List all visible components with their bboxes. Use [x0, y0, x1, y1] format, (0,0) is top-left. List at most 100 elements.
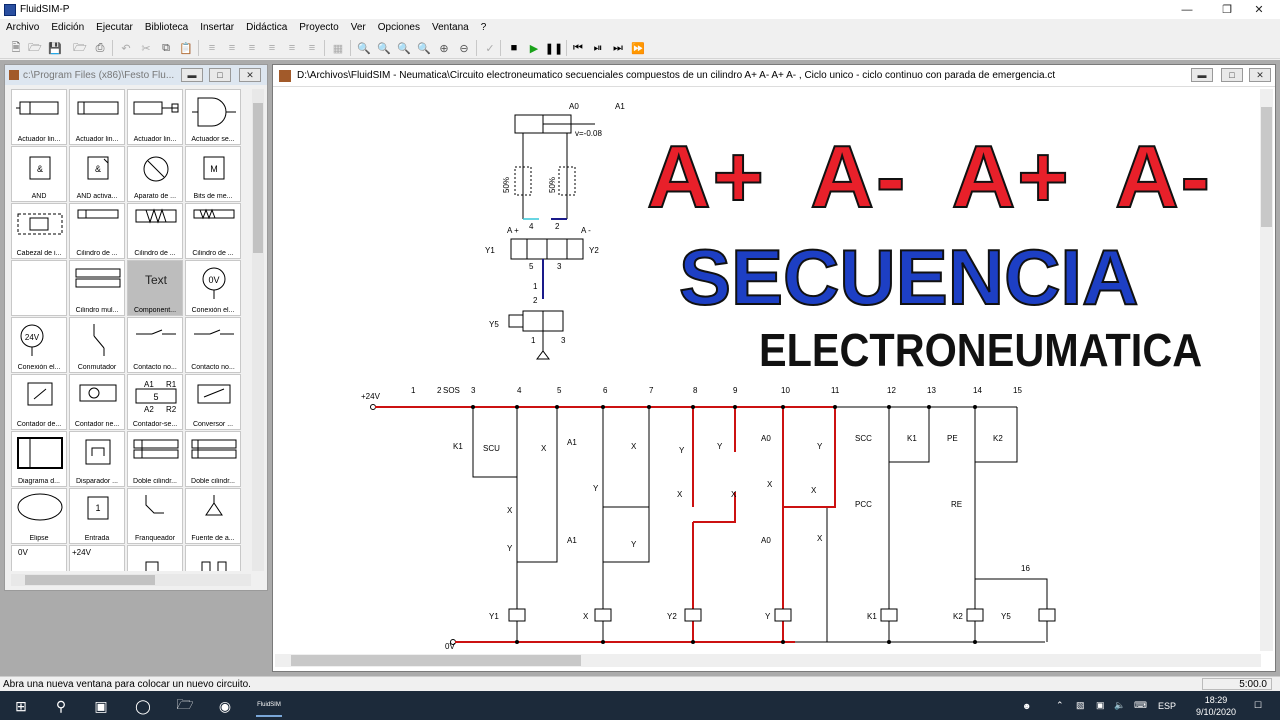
library-item-empty[interactable]	[11, 260, 67, 316]
library-item[interactable]: Cilindro mul...	[69, 260, 125, 316]
align-right-icon[interactable]: ≡	[244, 40, 260, 56]
library-minimize-icon[interactable]: ▬	[181, 68, 203, 82]
library-item[interactable]: Actuador lin...	[69, 89, 125, 145]
new-file-icon[interactable]: 🗎	[8, 40, 24, 56]
stop-icon[interactable]: ■	[506, 40, 522, 56]
menu-biblioteca[interactable]: Biblioteca	[139, 22, 194, 33]
pause-icon[interactable]: ❚❚	[545, 40, 563, 56]
circuit-horizontal-scrollbar[interactable]	[275, 654, 1261, 667]
library-item[interactable]: Conmutador	[69, 317, 125, 373]
circuit-canvas[interactable]: A0 A1 v=-0.08 50% 50% A + A - 4 2 Y1 Y2 …	[275, 89, 1261, 651]
volume-icon[interactable]: 🔈	[1114, 691, 1125, 720]
step-forward-icon[interactable]: ⏭	[610, 40, 626, 56]
library-item[interactable]: Diagrama d...	[11, 431, 67, 487]
library-item[interactable]: Aparato de ...	[127, 146, 183, 202]
save-icon[interactable]: 💾	[47, 40, 63, 56]
open-folder-icon[interactable]: 🗁	[27, 40, 43, 56]
app-tray-icon[interactable]: ▣	[1096, 691, 1105, 720]
menu-proyecto[interactable]: Proyecto	[293, 22, 344, 33]
library-item[interactable]: Contacto no...	[185, 317, 241, 373]
library-item[interactable]	[185, 545, 241, 571]
search-icon[interactable]: ⚲	[50, 695, 72, 717]
library-item[interactable]: Conversor ...	[185, 374, 241, 430]
tray-chevron-icon[interactable]: ⌃	[1056, 691, 1064, 720]
grid-icon[interactable]: ▦	[330, 40, 346, 56]
media-app-icon[interactable]: ◉	[214, 695, 236, 717]
library-item[interactable]: Franqueador	[127, 488, 183, 544]
menu-ver[interactable]: Ver	[345, 22, 372, 33]
task-view-icon[interactable]: ▣	[90, 695, 112, 717]
library-item[interactable]: Cilindro de ...	[185, 203, 241, 259]
align-center-icon[interactable]: ≡	[224, 40, 240, 56]
zoom-window-icon[interactable]: 🔍	[376, 40, 392, 56]
align-left-icon[interactable]: ≡	[204, 40, 220, 56]
library-item[interactable]: Elipse	[11, 488, 67, 544]
step-icon[interactable]: ⏯	[590, 40, 606, 56]
menu-didactica[interactable]: Didáctica	[240, 22, 293, 33]
menu-opciones[interactable]: Opciones	[372, 22, 426, 33]
library-item[interactable]: 1 Entrada	[69, 488, 125, 544]
paste-icon[interactable]: 📋	[178, 40, 194, 56]
copy-icon[interactable]: ⧉	[158, 40, 174, 56]
zoom-fit-icon[interactable]: 🔍	[356, 40, 372, 56]
library-item[interactable]: & AND activa...	[69, 146, 125, 202]
language-indicator[interactable]: ESP	[1158, 691, 1176, 720]
library-item[interactable]: & AND	[11, 146, 67, 202]
library-close-icon[interactable]: ✕	[239, 68, 261, 82]
chrome-icon[interactable]: ◯	[132, 695, 154, 717]
zoom-page-icon[interactable]: 🔍	[416, 40, 432, 56]
library-item[interactable]: Contador de...	[11, 374, 67, 430]
library-item[interactable]: Contacto no...	[127, 317, 183, 373]
library-item[interactable]: Cilindro de ...	[127, 203, 183, 259]
circuit-restore-icon[interactable]: □	[1221, 68, 1243, 82]
align-top-icon[interactable]: ≡	[264, 40, 280, 56]
people-icon[interactable]: ☻	[1022, 691, 1031, 720]
circuit-vertical-scrollbar[interactable]	[1260, 89, 1273, 651]
library-horizontal-scrollbar[interactable]	[11, 574, 251, 586]
reset-icon[interactable]: ⏮	[570, 40, 586, 56]
zoom-out-icon[interactable]: ⊖	[456, 40, 472, 56]
library-item[interactable]: Doble cilindr...	[127, 431, 183, 487]
taskbar-clock[interactable]: 18:29 9/10/2020	[1196, 694, 1236, 718]
library-item[interactable]: Actuador lin...	[11, 89, 67, 145]
library-item[interactable]: Doble cilindr...	[185, 431, 241, 487]
library-item[interactable]: Cabezal de i...	[11, 203, 67, 259]
library-item[interactable]: M Bits de me...	[185, 146, 241, 202]
scroll-thumb[interactable]	[25, 575, 155, 585]
library-item[interactable]: 0V	[11, 545, 67, 571]
library-item[interactable]: 0V Conexión el...	[185, 260, 241, 316]
library-item[interactable]: 24V Conexión el...	[11, 317, 67, 373]
network-icon[interactable]: ▧	[1076, 691, 1085, 720]
scroll-thumb[interactable]	[253, 103, 263, 253]
notifications-icon[interactable]: ☐	[1254, 691, 1262, 720]
menu-edicion[interactable]: Edición	[45, 22, 90, 33]
library-item[interactable]: Fuente de a...	[185, 488, 241, 544]
play-icon[interactable]: ▶	[526, 40, 542, 56]
fast-forward-icon[interactable]: ⏩	[630, 40, 646, 56]
library-item[interactable]: Contador ne...	[69, 374, 125, 430]
menu-ejecutar[interactable]: Ejecutar	[90, 22, 139, 33]
keyboard-icon[interactable]: ⌨	[1134, 691, 1147, 720]
library-item[interactable]: Actuador lin...	[127, 89, 183, 145]
check-drawing-icon[interactable]: ✓	[482, 40, 498, 56]
zoom-selection-icon[interactable]: 🔍	[396, 40, 412, 56]
fluidsim-taskbar-icon[interactable]: FluidSIM	[256, 695, 282, 717]
scroll-thumb[interactable]	[291, 655, 581, 666]
library-item[interactable]: +24V	[69, 545, 125, 571]
menu-ventana[interactable]: Ventana	[426, 22, 475, 33]
open-library-icon[interactable]: 🗁	[72, 40, 88, 56]
close-icon[interactable]: ✕	[1236, 0, 1280, 19]
align-middle-icon[interactable]: ≡	[284, 40, 300, 56]
library-item[interactable]: Actuador se...	[185, 89, 241, 145]
menu-help[interactable]: ?	[475, 22, 493, 33]
cut-icon[interactable]: ✂	[138, 40, 154, 56]
library-item[interactable]: Disparador ...	[69, 431, 125, 487]
align-bottom-icon[interactable]: ≡	[304, 40, 320, 56]
circuit-minimize-icon[interactable]: ▬	[1191, 68, 1213, 82]
library-restore-icon[interactable]: □	[209, 68, 231, 82]
print-icon[interactable]: ⎙	[92, 40, 108, 56]
library-vertical-scrollbar[interactable]	[252, 89, 264, 571]
undo-icon[interactable]: ↶	[118, 40, 134, 56]
circuit-close-icon[interactable]: ✕	[1249, 68, 1271, 82]
file-explorer-icon[interactable]: 🗁	[174, 695, 196, 717]
